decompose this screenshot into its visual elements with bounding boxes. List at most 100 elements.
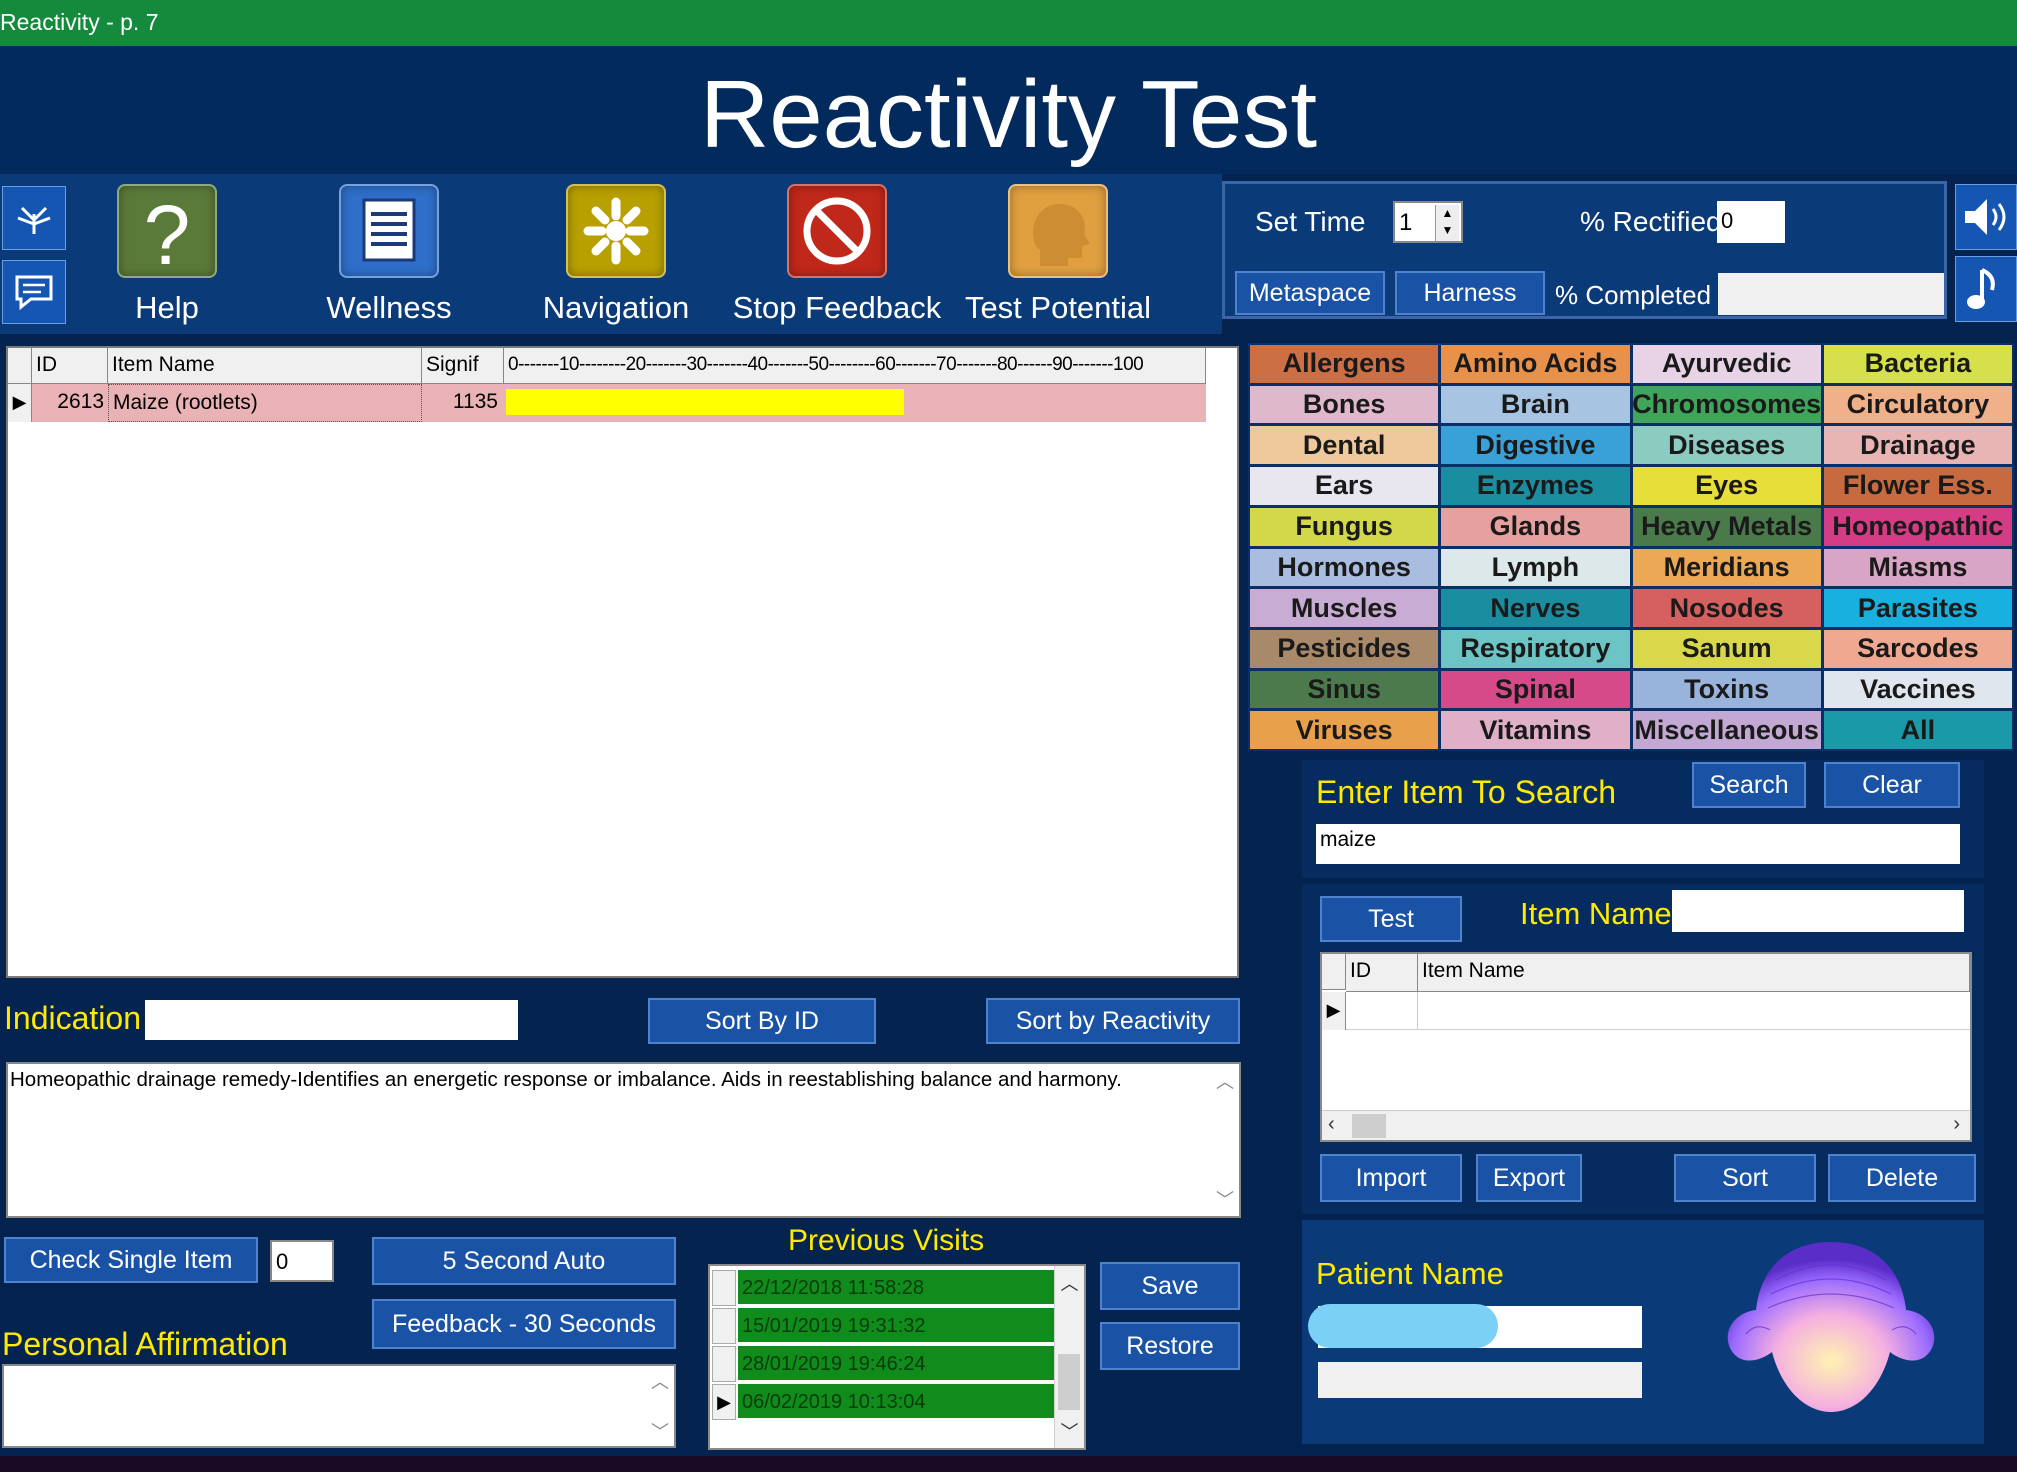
category-circulatory-button[interactable]: Circulatory <box>1823 385 2012 424</box>
row-selector-icon[interactable]: ▶ <box>1322 992 1346 1030</box>
description-scrollbar[interactable]: ︿ ﹀ <box>1211 1064 1239 1216</box>
visit-item[interactable]: 15/01/2019 19:31:32 <box>738 1308 1058 1344</box>
test-potential-button[interactable] <box>1008 184 1108 278</box>
visits-scrollbar[interactable]: ︿ ﹀ <box>1054 1266 1084 1448</box>
category-respiratory-button[interactable]: Respiratory <box>1441 629 1630 668</box>
category-sarcodes-button[interactable]: Sarcodes <box>1823 629 2012 668</box>
category-chromosomes-button[interactable]: Chromosomes <box>1632 385 1821 424</box>
category-miasms-button[interactable]: Miasms <box>1823 548 2012 587</box>
category-homeopathic-button[interactable]: Homeopathic <box>1823 507 2012 546</box>
category-bones-button[interactable]: Bones <box>1250 385 1439 424</box>
category-flower-ess-button[interactable]: Flower Ess. <box>1823 467 2012 505</box>
check-single-item-button[interactable]: Check Single Item <box>4 1237 258 1283</box>
category-nerves-button[interactable]: Nerves <box>1441 589 1630 627</box>
scroll-up-icon[interactable]: ︿ <box>1211 1068 1239 1094</box>
help-button[interactable]: ? <box>117 184 217 282</box>
rectified-field[interactable]: 0 <box>1717 201 1785 243</box>
scroll-up-icon[interactable]: ︿ <box>1055 1270 1084 1296</box>
sort-button[interactable]: Sort <box>1674 1154 1816 1202</box>
category-drainage-button[interactable]: Drainage <box>1823 426 2012 465</box>
mini-header-id[interactable]: ID <box>1346 954 1418 992</box>
sort-by-id-button[interactable]: Sort By ID <box>648 998 876 1044</box>
antenna-icon[interactable] <box>2 186 66 250</box>
harness-button[interactable]: Harness <box>1395 271 1545 315</box>
scroll-right-icon[interactable]: › <box>1953 1113 1960 1136</box>
category-vaccines-button[interactable]: Vaccines <box>1823 670 2012 709</box>
affirmation-scrollbar[interactable]: ︿ ﹀ <box>646 1366 674 1446</box>
scroll-thumb[interactable] <box>1058 1354 1080 1410</box>
results-grid[interactable]: ID Item Name Signif 0-------10--------20… <box>6 346 1239 978</box>
visit-item[interactable]: 06/02/2019 10:13:04 <box>738 1384 1058 1420</box>
scroll-down-icon[interactable]: ﹀ <box>1055 1418 1084 1444</box>
category-digestive-button[interactable]: Digestive <box>1441 426 1630 465</box>
personal-affirmation-field[interactable]: ︿ ﹀ <box>2 1364 676 1448</box>
export-button[interactable]: Export <box>1476 1154 1582 1202</box>
category-meridians-button[interactable]: Meridians <box>1632 548 1821 587</box>
category-lymph-button[interactable]: Lymph <box>1441 548 1630 587</box>
stop-feedback-button[interactable] <box>787 184 887 278</box>
category-fungus-button[interactable]: Fungus <box>1250 507 1439 546</box>
spinner-arrows-icon[interactable]: ▲ ▼ <box>1435 205 1459 241</box>
category-heavy-metals-button[interactable]: Heavy Metals <box>1632 507 1821 546</box>
feedback-30-seconds-button[interactable]: Feedback - 30 Seconds <box>372 1299 676 1349</box>
scroll-up-icon[interactable]: ︿ <box>646 1368 674 1394</box>
row-selector[interactable] <box>712 1308 736 1344</box>
mini-header-item-name[interactable]: Item Name <box>1418 954 1970 992</box>
description-box[interactable]: Homeopathic drainage remedy-Identifies a… <box>6 1062 1241 1218</box>
clear-button[interactable]: Clear <box>1824 762 1960 808</box>
grid-header-signif[interactable]: Signif <box>422 348 504 384</box>
mini-cell[interactable] <box>1418 992 1970 1030</box>
test-button[interactable]: Test <box>1320 896 1462 942</box>
wellness-button[interactable] <box>339 184 439 278</box>
category-diseases-button[interactable]: Diseases <box>1632 426 1821 465</box>
category-all-button[interactable]: All <box>1823 711 2012 749</box>
set-time-spinner[interactable]: 1 ▲ ▼ <box>1393 201 1463 243</box>
category-pesticides-button[interactable]: Pesticides <box>1250 629 1439 668</box>
search-button[interactable]: Search <box>1692 762 1806 808</box>
category-glands-button[interactable]: Glands <box>1441 507 1630 546</box>
item-mini-grid[interactable]: ID Item Name ▶ ‹ › <box>1320 952 1972 1142</box>
category-enzymes-button[interactable]: Enzymes <box>1441 467 1630 505</box>
category-viruses-button[interactable]: Viruses <box>1250 711 1439 749</box>
scroll-down-icon[interactable]: ﹀ <box>646 1418 674 1444</box>
metaspace-button[interactable]: Metaspace <box>1235 271 1385 315</box>
category-hormones-button[interactable]: Hormones <box>1250 548 1439 587</box>
navigation-button[interactable] <box>566 184 666 278</box>
previous-visits-list[interactable]: 22/12/2018 11:58:28 15/01/2019 19:31:32 … <box>708 1264 1086 1450</box>
row-selector[interactable] <box>712 1346 736 1382</box>
scroll-down-icon[interactable]: ﹀ <box>1211 1186 1239 1212</box>
speaker-icon[interactable] <box>1955 184 2017 250</box>
category-spinal-button[interactable]: Spinal <box>1441 670 1630 709</box>
category-allergens-button[interactable]: Allergens <box>1250 345 1439 383</box>
category-ayurvedic-button[interactable]: Ayurvedic <box>1632 345 1821 383</box>
scroll-thumb[interactable] <box>1352 1114 1386 1138</box>
category-bacteria-button[interactable]: Bacteria <box>1823 345 2012 383</box>
category-miscellaneous-button[interactable]: Miscellaneous <box>1632 711 1821 749</box>
item-name-field[interactable] <box>1672 890 1964 932</box>
category-brain-button[interactable]: Brain <box>1441 385 1630 424</box>
sort-by-reactivity-button[interactable]: Sort by Reactivity <box>986 998 1240 1044</box>
row-selector-icon[interactable]: ▶ <box>712 1384 736 1420</box>
grid-header-id[interactable]: ID <box>32 348 108 384</box>
grid-header-item-name[interactable]: Item Name <box>108 348 422 384</box>
category-nosodes-button[interactable]: Nosodes <box>1632 589 1821 627</box>
chat-icon[interactable] <box>2 260 66 324</box>
category-sinus-button[interactable]: Sinus <box>1250 670 1439 709</box>
save-button[interactable]: Save <box>1100 1262 1240 1310</box>
import-button[interactable]: Import <box>1320 1154 1462 1202</box>
delete-button[interactable]: Delete <box>1828 1154 1976 1202</box>
category-vitamins-button[interactable]: Vitamins <box>1441 711 1630 749</box>
five-second-auto-button[interactable]: 5 Second Auto <box>372 1237 676 1285</box>
category-eyes-button[interactable]: Eyes <box>1632 467 1821 505</box>
category-muscles-button[interactable]: Muscles <box>1250 589 1439 627</box>
indication-field[interactable] <box>145 1000 518 1040</box>
scroll-left-icon[interactable]: ‹ <box>1328 1113 1335 1136</box>
mini-cell[interactable] <box>1346 992 1418 1030</box>
category-toxins-button[interactable]: Toxins <box>1632 670 1821 709</box>
mini-horizontal-scrollbar[interactable]: ‹ › <box>1322 1110 1970 1140</box>
music-note-icon[interactable] <box>1955 256 2017 322</box>
category-sanum-button[interactable]: Sanum <box>1632 629 1821 668</box>
row-selector-icon[interactable]: ▶ <box>8 384 32 422</box>
category-dental-button[interactable]: Dental <box>1250 426 1439 465</box>
check-single-field[interactable]: 0 <box>270 1240 334 1282</box>
